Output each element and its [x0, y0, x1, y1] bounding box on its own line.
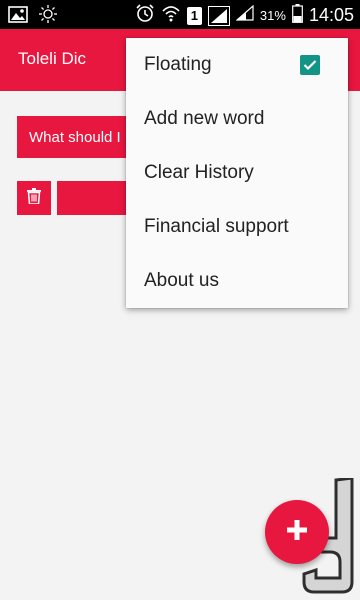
alarm-clock-icon: [135, 3, 155, 28]
status-right-icons: 1 31% 14:05: [135, 3, 354, 28]
signal-strength-icon: [207, 5, 230, 26]
app-title: Toleli Dic: [18, 49, 87, 68]
menu-item-label: Add new word: [144, 108, 265, 129]
status-clock: 14:05: [308, 5, 354, 25]
menu-item-label: Clear History: [144, 162, 254, 183]
menu-item-floating[interactable]: Floating: [126, 38, 348, 92]
checkbox-checked-icon[interactable]: [300, 55, 320, 75]
wifi-icon: [161, 3, 181, 28]
trash-icon: [27, 187, 41, 209]
signal-strength-2-icon: [235, 4, 254, 26]
battery-icon: [292, 3, 303, 28]
menu-item-add-new-word[interactable]: Add new word: [126, 92, 348, 146]
menu-item-label: Floating: [144, 54, 212, 75]
image-notification-icon: [8, 5, 28, 28]
question-text: What should I: [29, 128, 121, 146]
delete-button[interactable]: [17, 181, 51, 215]
battery-percent: 31%: [259, 8, 286, 23]
menu-item-financial-support[interactable]: Financial support: [126, 200, 348, 254]
add-fab-button[interactable]: [265, 500, 329, 564]
plus-icon: [285, 518, 309, 547]
menu-item-label: About us: [144, 270, 219, 291]
menu-item-clear-history[interactable]: Clear History: [126, 146, 348, 200]
status-left-icons: [8, 4, 58, 29]
menu-item-about-us[interactable]: About us: [126, 254, 348, 308]
overflow-menu: Floating Add new word Clear History Fina…: [126, 38, 348, 308]
weather-sun-icon: [38, 4, 58, 29]
sim-slot-badge: 1: [186, 6, 202, 25]
status-bar: 1 31% 14:05: [0, 0, 360, 29]
menu-item-label: Financial support: [144, 216, 289, 237]
